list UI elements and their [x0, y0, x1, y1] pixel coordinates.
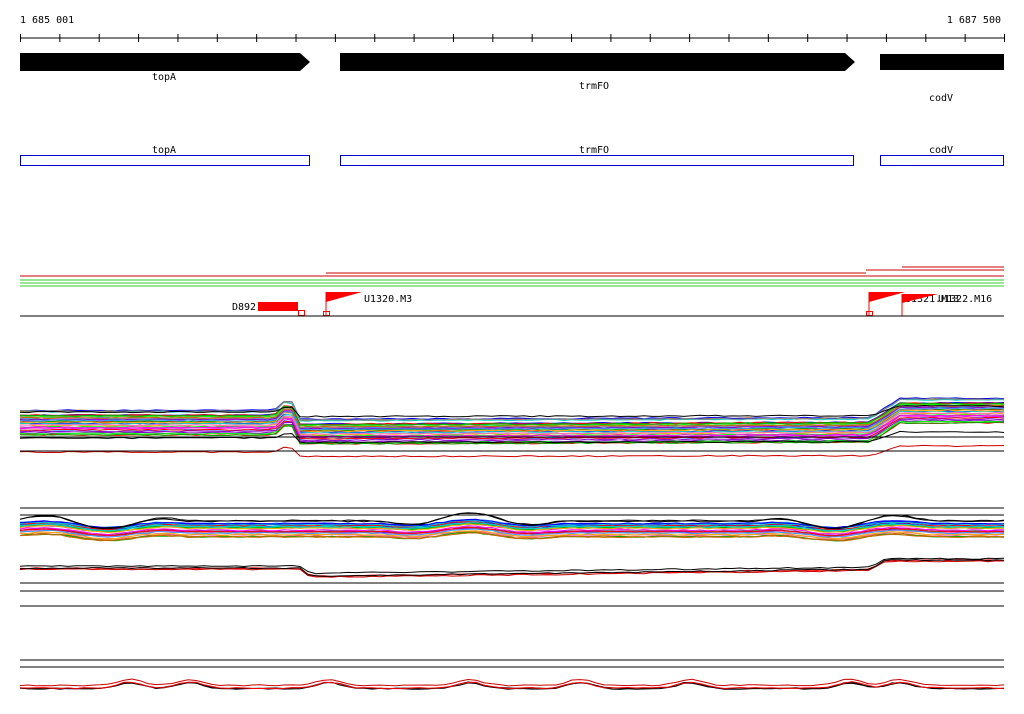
signal-track-4 [19, 678, 1005, 690]
cds-track: topA trmFO codV [20, 145, 1004, 166]
cds-label-topA: topA [152, 145, 176, 156]
cds-label-trmFO: trmFO [579, 145, 609, 156]
cds-box-trmFO[interactable] [340, 155, 854, 166]
gene-label-topA: topA [152, 72, 176, 83]
signal-track-1 [19, 397, 1005, 458]
position-ruler: 1 685 001 1 687 500 [20, 15, 1005, 42]
feature-label-U1320: U1320.M3 [364, 294, 412, 305]
signal-track-3 [19, 557, 1005, 578]
gene-arrow-trmFO[interactable] [340, 53, 855, 71]
feature-marker-D892 [298, 310, 305, 316]
signal-line [19, 397, 1005, 421]
feature-track: D892 U1320.M3 U1321.M13 U1322.M16 [20, 292, 1004, 317]
feature-label-D892: D892 [232, 302, 256, 313]
track-separators [20, 436, 1004, 668]
feature-flag-U1320[interactable] [326, 292, 362, 302]
ruler-end-label: 1 687 500 [947, 15, 1001, 26]
signal-track-2 [19, 512, 1005, 542]
cds-label-codV: codV [929, 145, 953, 156]
genome-browser-canvas: 1 685 001 1 687 500 topA trmFO codV topA… [19, 15, 1005, 690]
ruler-start-label: 1 685 001 [20, 15, 74, 26]
gene-label-codV: codV [929, 93, 953, 104]
cds-box-codV[interactable] [880, 155, 1004, 166]
feature-flag-U1321[interactable] [869, 292, 905, 302]
signal-line [19, 557, 1005, 575]
coverage-guide-lines [20, 266, 1004, 287]
cds-box-topA[interactable] [20, 155, 310, 166]
feature-block-D892[interactable] [258, 302, 298, 311]
signal-line [19, 681, 1005, 690]
gene-arrow-topA[interactable] [20, 53, 310, 71]
gene-arrow-codV[interactable] [880, 54, 1004, 70]
gene-label-trmFO: trmFO [579, 81, 609, 92]
gene-track: topA trmFO codV [20, 53, 1004, 104]
feature-label-U1322: U1322.M16 [938, 294, 992, 305]
